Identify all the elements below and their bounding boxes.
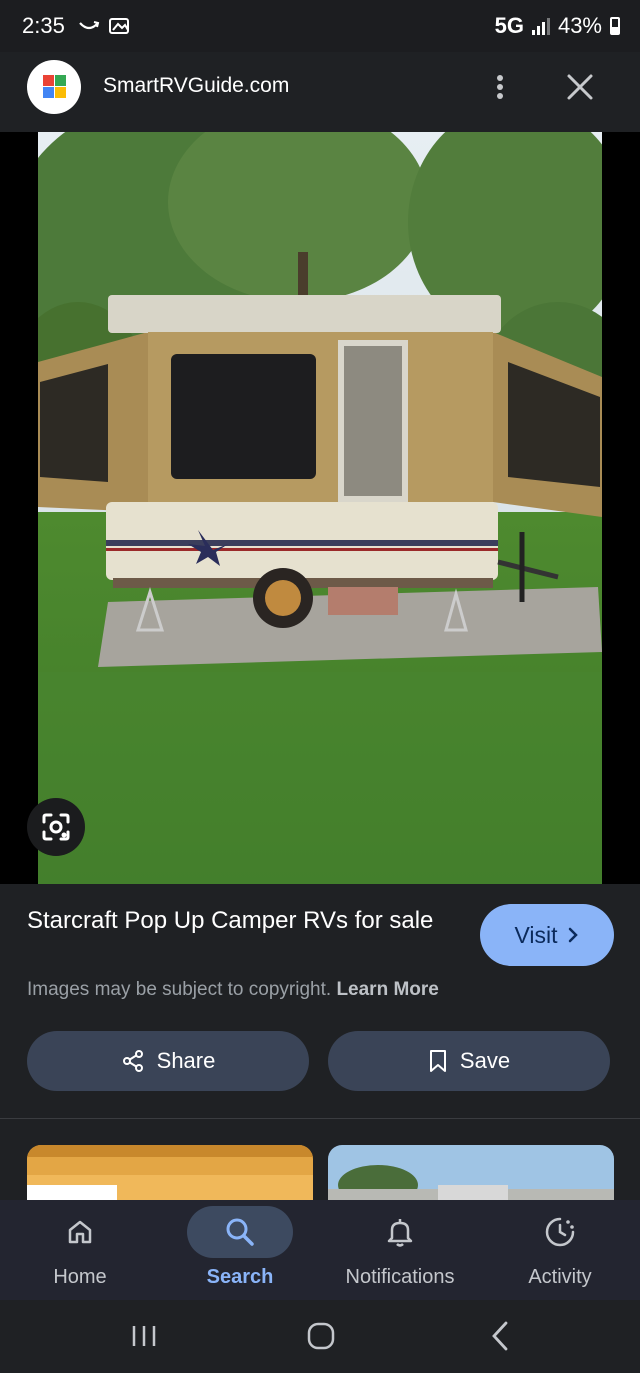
battery-level: 43% [557, 13, 602, 38]
signal-icon [531, 17, 550, 35]
back-icon[interactable] [481, 1318, 521, 1354]
nav-home-label: Home [53, 1266, 107, 1288]
share-icon [122, 1050, 143, 1072]
copyright-text: Images may be subject to copyright. [27, 979, 332, 1000]
bottom-navigation: Home Search Notifications Activity [0, 1200, 640, 1310]
bell-icon [347, 1206, 453, 1258]
divider [0, 1118, 640, 1119]
related-image-2[interactable] [328, 1145, 614, 1201]
bookmark-icon [429, 1050, 446, 1072]
viewer-header: SmartRVGuide.com [0, 52, 640, 132]
missed-call-icon [79, 21, 100, 30]
nav-activity[interactable]: Activity [480, 1200, 640, 1300]
nav-notifications-label: Notifications [345, 1266, 455, 1288]
photo-notification-icon [109, 18, 129, 34]
visit-label: Visit [514, 921, 558, 948]
status-right: 5G 43% [495, 13, 620, 39]
nav-home[interactable]: Home [0, 1200, 160, 1300]
nav-activity-label: Activity [528, 1266, 592, 1288]
chevron-right-icon [568, 927, 578, 943]
lens-icon [42, 813, 70, 841]
close-icon[interactable] [563, 70, 597, 104]
site-name[interactable]: SmartRVGuide.com [103, 74, 289, 98]
save-button[interactable]: Save [328, 1031, 610, 1091]
result-title[interactable]: Starcraft Pop Up Camper RVs for sale [27, 904, 457, 938]
home-button-icon[interactable] [301, 1318, 341, 1354]
nav-notifications[interactable]: Notifications [320, 1200, 480, 1300]
share-button[interactable]: Share [27, 1031, 309, 1091]
system-navigation-bar [0, 1300, 640, 1373]
save-label: Save [459, 1048, 511, 1073]
learn-more-link[interactable]: Learn More [336, 979, 438, 1000]
battery-icon [610, 17, 620, 35]
nav-search[interactable]: Search [160, 1200, 320, 1300]
more-options-icon[interactable] [488, 72, 512, 104]
site-logo-icon [27, 60, 81, 114]
share-label: Share [156, 1048, 216, 1073]
copyright-notice: Images may be subject to copyright. Lear… [27, 979, 439, 1001]
image-viewer[interactable] [0, 132, 640, 884]
network-label: 5G [494, 13, 524, 38]
status-notification-icons [78, 16, 132, 36]
camper-photo[interactable] [38, 132, 602, 884]
recent-apps-icon[interactable] [124, 1318, 164, 1354]
visit-button[interactable]: Visit [480, 904, 614, 966]
nav-search-label: Search [206, 1266, 274, 1288]
status-time: 2:35 [22, 13, 65, 38]
activity-icon [507, 1206, 613, 1258]
home-icon [27, 1206, 133, 1258]
related-image-1[interactable] [27, 1145, 313, 1201]
status-bar: 2:35 5G 43% [0, 0, 640, 52]
search-icon [187, 1206, 293, 1258]
google-lens-button[interactable] [27, 798, 85, 856]
